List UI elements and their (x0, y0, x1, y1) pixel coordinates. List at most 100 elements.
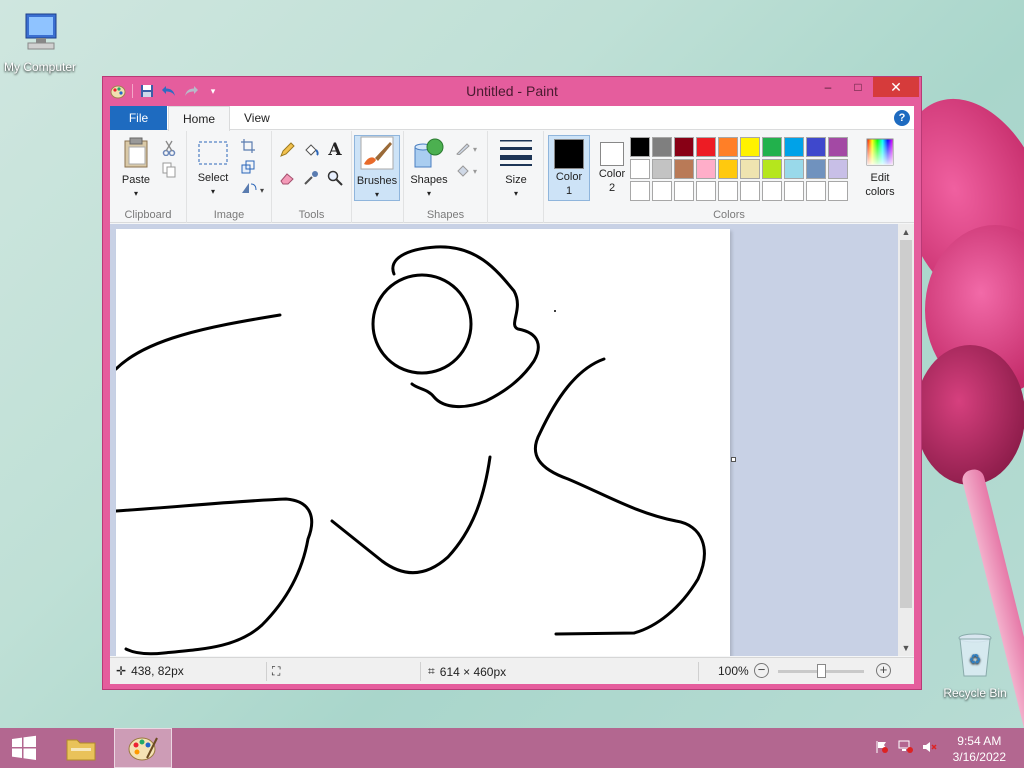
shape-fill-icon[interactable]: ▾ (454, 161, 480, 179)
scroll-down-arrow-icon[interactable]: ▼ (898, 640, 914, 656)
window-controls: – □ ✕ (813, 77, 919, 97)
brushes-group: Brushes ▾ (352, 131, 404, 223)
palette-swatch[interactable] (784, 181, 804, 201)
zoom-slider-thumb[interactable] (817, 664, 826, 678)
palette-swatch[interactable] (696, 159, 716, 179)
canvas-resize-handle[interactable] (731, 457, 736, 462)
close-button[interactable]: ✕ (873, 77, 919, 97)
palette-swatch[interactable] (652, 159, 672, 179)
system-clock[interactable]: 9:54 AM 3/16/2022 (953, 733, 1006, 765)
palette-swatch[interactable] (806, 181, 826, 201)
taskbar-paint[interactable] (114, 728, 172, 768)
color1-button[interactable]: Color 1 (548, 135, 590, 201)
wallpaper-petal (915, 345, 1024, 485)
drawing-canvas[interactable] (114, 229, 730, 656)
palette-swatch[interactable] (740, 137, 760, 157)
rotate-icon[interactable]: ▾ (239, 179, 265, 197)
svg-text:▾: ▾ (473, 167, 477, 176)
palette-swatch[interactable] (762, 181, 782, 201)
zoom-out-button[interactable]: − (754, 663, 769, 678)
size-button[interactable]: Size ▾ (496, 137, 536, 200)
palette-swatch[interactable] (652, 181, 672, 201)
palette-swatch[interactable] (630, 181, 650, 201)
group-label: Image (213, 209, 245, 221)
ribbon-tabs: File Home View ? (110, 106, 914, 131)
zoom-in-button[interactable]: + (876, 663, 891, 678)
cut-icon[interactable] (160, 139, 178, 157)
maximize-button[interactable]: □ (843, 77, 873, 97)
minimize-button[interactable]: – (813, 77, 843, 97)
edit-colors-button[interactable]: Edit colors (860, 137, 900, 198)
palette-swatch[interactable] (740, 181, 760, 201)
fill-icon[interactable] (302, 141, 320, 159)
network-icon[interactable] (898, 740, 914, 756)
computer-icon (0, 10, 80, 57)
tab-view[interactable]: View (230, 106, 284, 130)
vertical-scrollbar[interactable]: ▲ ▼ (898, 224, 914, 656)
palette-swatch[interactable] (806, 137, 826, 157)
palette-swatch[interactable] (630, 159, 650, 179)
palette-swatch[interactable] (828, 159, 848, 179)
palette-swatch[interactable] (828, 137, 848, 157)
canvas-workspace[interactable] (110, 224, 898, 656)
colors-group: Color 1 Color 2 Edit colors Colors (544, 131, 914, 223)
color-picker-icon[interactable] (302, 169, 320, 187)
palette-swatch[interactable] (674, 159, 694, 179)
resize-icon[interactable] (239, 158, 257, 176)
palette-swatch[interactable] (762, 137, 782, 157)
start-button[interactable] (0, 728, 48, 768)
palette-swatch[interactable] (674, 137, 694, 157)
select-button[interactable]: Select ▾ (193, 139, 233, 198)
brush-icon (360, 136, 394, 170)
palette-swatch[interactable] (630, 137, 650, 157)
selection-size-icon: ⛶ (272, 664, 281, 678)
palette-swatch[interactable] (652, 137, 672, 157)
palette-swatch[interactable] (718, 181, 738, 201)
image-group: Select ▾ ▾ Image (187, 131, 272, 223)
taskbar-file-explorer[interactable] (58, 728, 104, 768)
palette-swatch[interactable] (762, 159, 782, 179)
palette-swatch[interactable] (696, 137, 716, 157)
wallpaper-stem (960, 467, 1024, 768)
shapes-button[interactable]: Shapes ▾ (408, 137, 450, 200)
tools-group: A Tools (272, 131, 352, 223)
outline-icon[interactable]: ▾ (454, 139, 480, 157)
group-label: Clipboard (124, 209, 172, 221)
copy-icon[interactable] (160, 161, 178, 179)
brushes-button[interactable]: Brushes ▾ (354, 135, 400, 201)
eraser-icon[interactable] (278, 169, 296, 187)
tab-file[interactable]: File (110, 106, 167, 130)
palette-swatch[interactable] (674, 181, 694, 201)
paste-button[interactable]: Paste ▾ (118, 137, 154, 200)
pencil-icon[interactable] (278, 141, 296, 159)
palette-swatch[interactable] (784, 137, 804, 157)
scroll-up-arrow-icon[interactable]: ▲ (898, 224, 914, 240)
zoom-slider[interactable] (778, 664, 864, 678)
magnifier-icon[interactable] (326, 169, 344, 187)
clipboard-group: Paste ▾ Clipboard (110, 131, 187, 223)
group-label: Shapes (426, 209, 465, 221)
help-button[interactable]: ? (894, 110, 910, 126)
title-bar[interactable]: ▾ Untitled - Paint – □ ✕ (103, 77, 921, 105)
palette-swatch[interactable] (718, 159, 738, 179)
palette-swatch[interactable] (828, 181, 848, 201)
crop-icon[interactable] (239, 137, 257, 155)
palette-swatch[interactable] (740, 159, 760, 179)
palette-swatch[interactable] (784, 159, 804, 179)
paint-window: ▾ Untitled - Paint – □ ✕ File Home View … (102, 76, 922, 690)
clock-date: 3/16/2022 (952, 750, 1006, 764)
palette-swatch[interactable] (718, 137, 738, 157)
desktop-icon-my-computer[interactable]: My Computer (0, 10, 80, 74)
text-tool-icon[interactable]: A (326, 140, 344, 160)
brushes-dropdown-icon: ▾ (374, 190, 379, 199)
palette-swatch[interactable] (806, 159, 826, 179)
action-center-flag-icon[interactable] (874, 740, 890, 756)
desktop-icon-recycle-bin[interactable]: ♻ Recycle Bin (935, 632, 1015, 700)
volume-muted-icon[interactable] (922, 740, 938, 756)
svg-text:♻: ♻ (969, 651, 982, 667)
tab-home[interactable]: Home (168, 106, 231, 131)
scrollbar-thumb[interactable] (900, 240, 912, 608)
canvas-size-text: 614 × 460px (439, 664, 507, 679)
palette-swatch[interactable] (696, 181, 716, 201)
color2-button[interactable]: Color 2 (592, 135, 632, 194)
